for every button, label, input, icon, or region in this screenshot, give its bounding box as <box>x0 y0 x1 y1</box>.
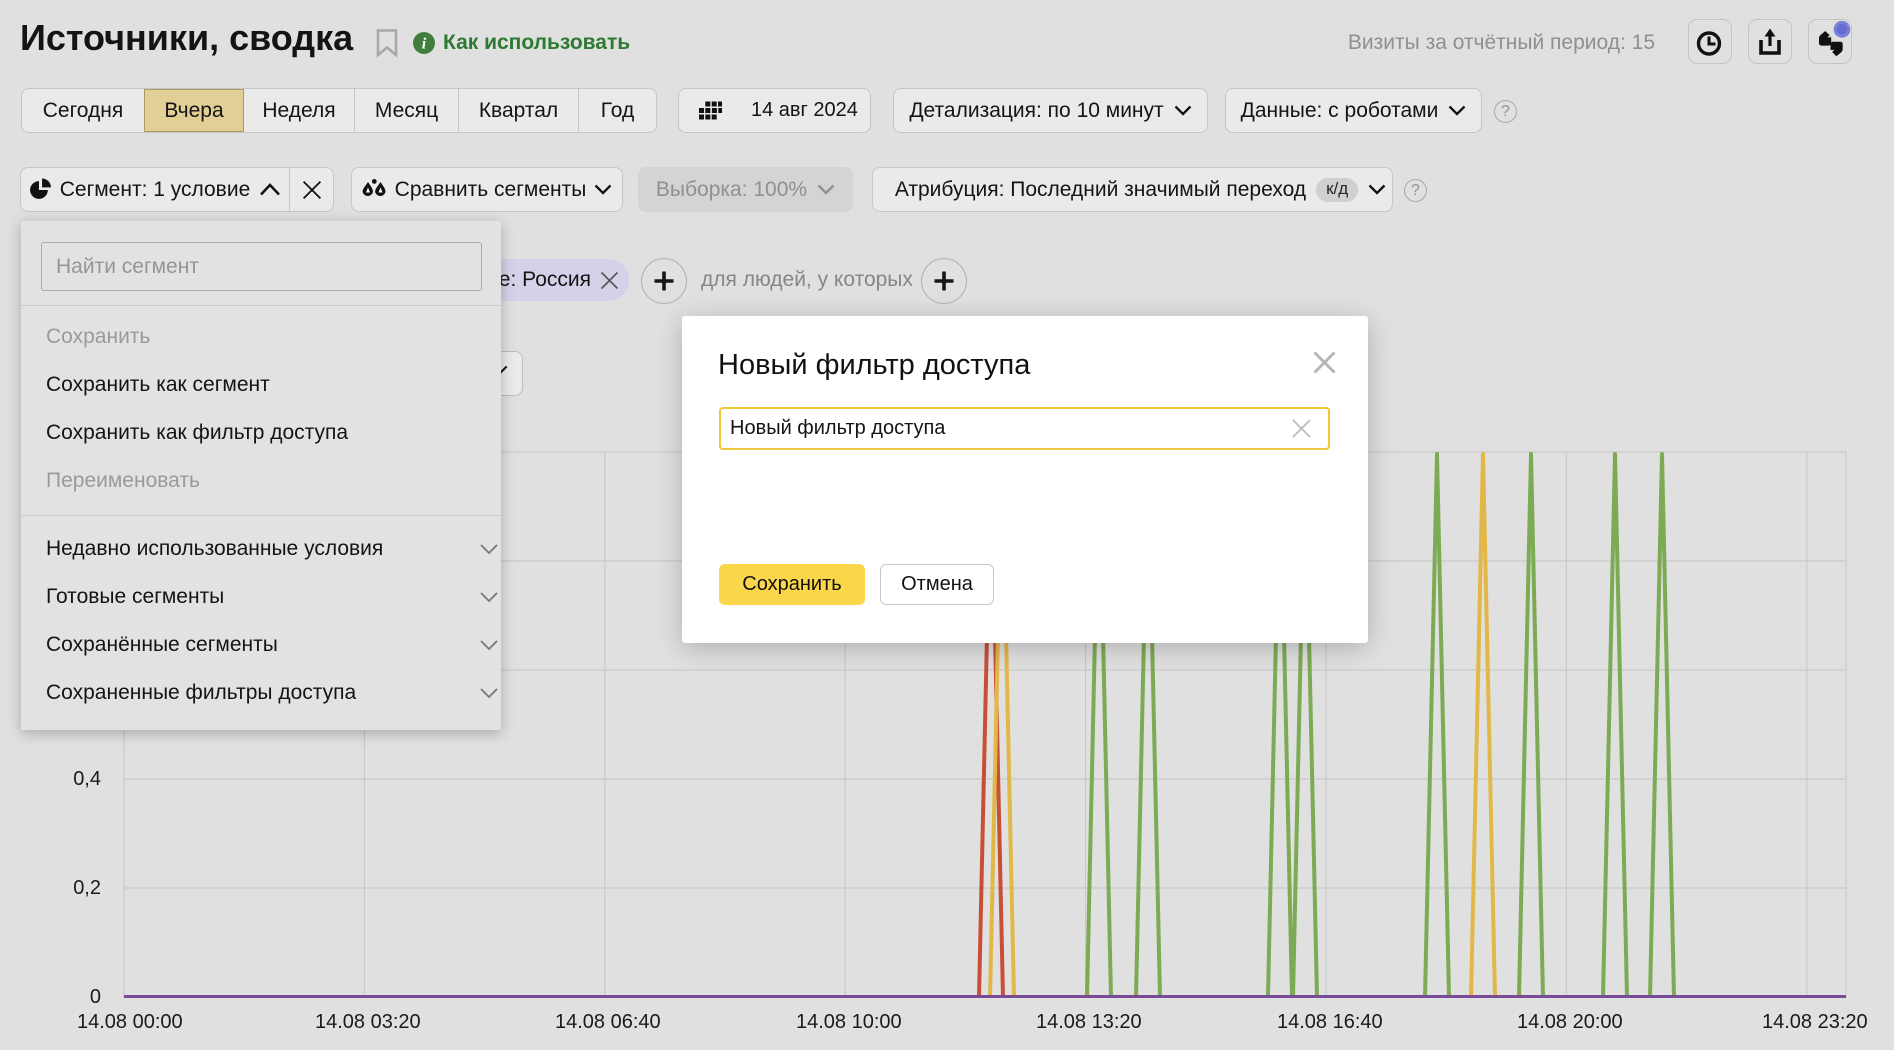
svg-text:i: i <box>422 36 427 53</box>
